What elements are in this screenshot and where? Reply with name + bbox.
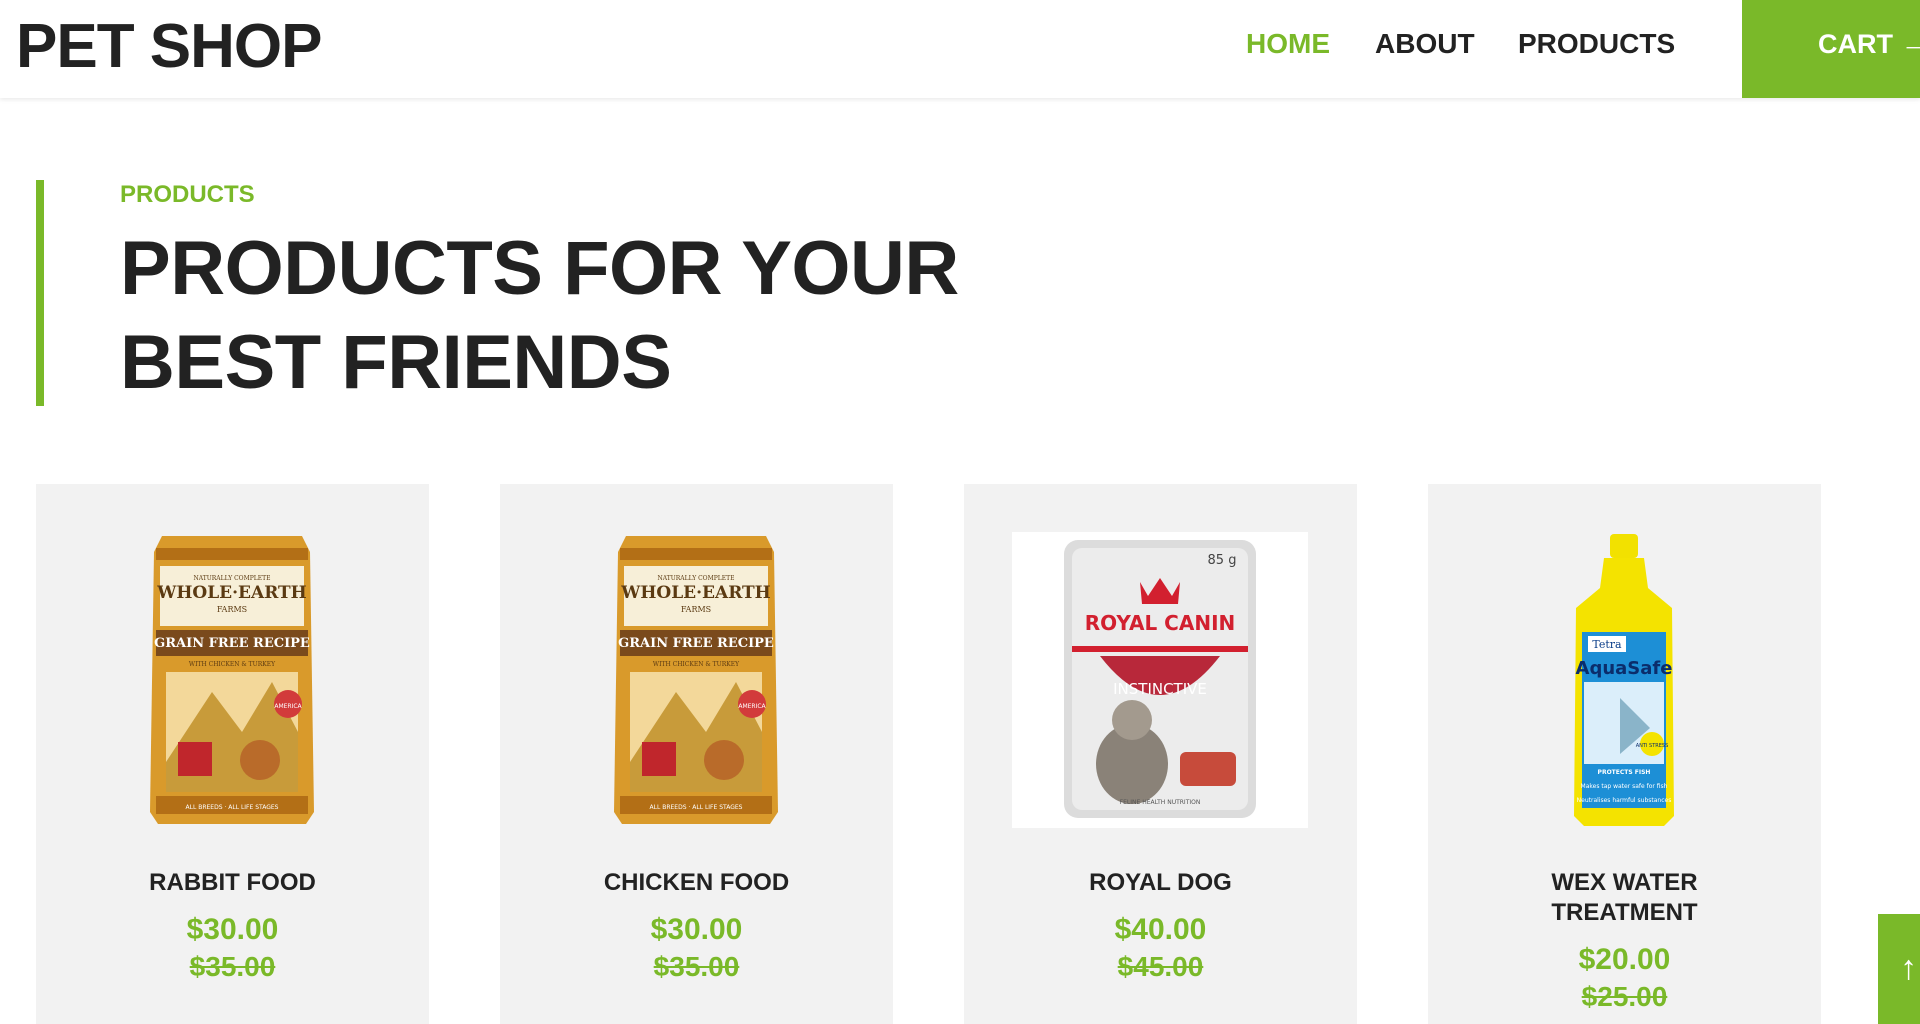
product-name[interactable]: ROYAL DOG: [964, 868, 1357, 898]
svg-text:ANTI STRESS: ANTI STRESS: [1636, 743, 1669, 749]
svg-text:FARMS: FARMS: [217, 605, 247, 614]
svg-text:NATURALLY COMPLETE: NATURALLY COMPLETE: [193, 575, 270, 582]
svg-text:WHOLE·EARTH: WHOLE·EARTH: [620, 583, 770, 603]
nav-products-link[interactable]: PRODUCTS: [1518, 28, 1675, 60]
svg-text:AMERICA: AMERICA: [274, 703, 302, 710]
cart-button[interactable]: CART →: [1742, 0, 1920, 98]
section-title-line-2: BEST FRIENDS: [120, 320, 672, 405]
section-title-line-1: PRODUCTS FOR YOUR: [120, 226, 959, 311]
product-card-royal-dog[interactable]: 85 g ROYAL CANIN INSTINCTIVE FELINE HEAL…: [964, 484, 1357, 1024]
svg-text:ROYAL CANIN: ROYAL CANIN: [1085, 611, 1236, 635]
product-old-price: $45.00: [1117, 951, 1204, 982]
section-accent-bar: [36, 180, 44, 406]
site-header: PET SHOP HOME ABOUT PRODUCTS CART →: [0, 0, 1920, 98]
product-old-price: $35.00: [653, 951, 740, 982]
svg-text:85 g: 85 g: [1208, 553, 1237, 568]
svg-text:AquaSafe: AquaSafe: [1576, 658, 1673, 679]
product-price: $30.00: [186, 913, 279, 946]
product-card-rabbit-food[interactable]: NATURALLY COMPLETE WHOLE·EARTH FARMS GRA…: [36, 484, 429, 1024]
product-name[interactable]: RABBIT FOOD: [36, 868, 429, 898]
svg-text:WHOLE·EARTH: WHOLE·EARTH: [156, 583, 306, 603]
product-name[interactable]: WEX WATER TREATMENT: [1428, 868, 1821, 928]
svg-text:ALL BREEDS · ALL LIFE STAGES: ALL BREEDS · ALL LIFE STAGES: [650, 804, 743, 811]
svg-text:Makes tap water safe for fish: Makes tap water safe for fish: [1581, 783, 1668, 790]
svg-text:ALL BREEDS · ALL LIFE STAGES: ALL BREEDS · ALL LIFE STAGES: [186, 804, 279, 811]
product-price: $40.00: [1114, 913, 1207, 946]
site-logo[interactable]: PET SHOP: [16, 10, 323, 84]
arrow-up-icon: ↑: [1900, 949, 1917, 987]
product-old-price: $35.00: [189, 951, 276, 982]
arrow-right-icon: →: [1900, 24, 1920, 60]
nav-home-link[interactable]: HOME: [1246, 28, 1330, 60]
svg-text:Tetra: Tetra: [1592, 638, 1622, 651]
scroll-to-top-button[interactable]: ↑: [1878, 914, 1920, 1024]
product-name-line-2: TREATMENT: [1551, 899, 1698, 926]
svg-text:INSTINCTIVE: INSTINCTIVE: [1113, 680, 1207, 698]
svg-text:WITH CHICKEN & TURKEY: WITH CHICKEN & TURKEY: [189, 661, 276, 668]
product-old-price: $25.00: [1581, 981, 1668, 1012]
section-kicker: PRODUCTS: [120, 181, 255, 208]
svg-text:GRAIN FREE RECIPE: GRAIN FREE RECIPE: [154, 636, 310, 651]
nav-about-link[interactable]: ABOUT: [1375, 28, 1475, 60]
product-card-wex-water-treatment[interactable]: Tetra AquaSafe ANTI STRESS PROTECTS FISH…: [1428, 484, 1821, 1024]
product-name[interactable]: CHICKEN FOOD: [500, 868, 893, 898]
svg-text:GRAIN FREE RECIPE: GRAIN FREE RECIPE: [618, 636, 774, 651]
product-card-chicken-food[interactable]: NATURALLY COMPLETE WHOLE·EARTH FARMS GRA…: [500, 484, 893, 1024]
svg-text:Neutralises harmful substances: Neutralises harmful substances: [1577, 797, 1672, 804]
svg-text:AMERICA: AMERICA: [738, 703, 766, 710]
whole-earth-bag-image[interactable]: NATURALLY COMPLETE WHOLE·EARTH FARMS GRA…: [84, 532, 380, 828]
whole-earth-bag-image[interactable]: NATURALLY COMPLETE WHOLE·EARTH FARMS GRA…: [548, 532, 844, 828]
product-price: $20.00: [1578, 943, 1671, 976]
section-title: PRODUCTS FOR YOUR BEST FRIENDS: [120, 222, 1020, 410]
svg-text:FARMS: FARMS: [681, 605, 711, 614]
aquasafe-bottle-image[interactable]: Tetra AquaSafe ANTI STRESS PROTECTS FISH…: [1476, 532, 1772, 828]
svg-text:FELINE HEALTH NUTRITION: FELINE HEALTH NUTRITION: [1120, 799, 1201, 806]
product-price: $30.00: [650, 913, 743, 946]
svg-text:PROTECTS FISH: PROTECTS FISH: [1598, 769, 1651, 776]
cart-button-label: CART: [1818, 29, 1893, 59]
svg-text:NATURALLY COMPLETE: NATURALLY COMPLETE: [657, 575, 734, 582]
royal-canin-pouch-image[interactable]: 85 g ROYAL CANIN INSTINCTIVE FELINE HEAL…: [1012, 532, 1308, 828]
product-name-line-1: WEX WATER: [1551, 869, 1698, 896]
svg-text:WITH CHICKEN & TURKEY: WITH CHICKEN & TURKEY: [653, 661, 740, 668]
